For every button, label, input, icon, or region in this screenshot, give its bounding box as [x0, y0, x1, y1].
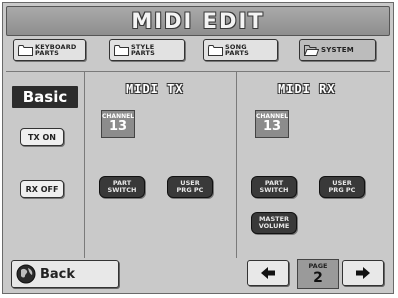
- page-title: MIDI EDIT: [131, 9, 265, 33]
- content-area: Basic TX ON RX OFF MIDI TX CHANNEL 13 PA…: [6, 71, 390, 260]
- tab-label: SONG PARTS: [225, 43, 250, 57]
- folder-icon: [208, 44, 223, 56]
- page-indicator: PAGE 2: [297, 259, 339, 289]
- tab-label: KEYBOARD PARTS: [35, 43, 77, 57]
- midi-rx-heading: MIDI RX: [278, 82, 336, 96]
- back-button[interactable]: Back: [11, 260, 119, 288]
- tab-row: KEYBOARD PARTS STYLE PARTS SONG PARTS SY…: [3, 39, 393, 69]
- tab-keyboard-parts[interactable]: KEYBOARD PARTS: [13, 39, 86, 61]
- rx-part-switch-button[interactable]: PART SWITCH: [251, 176, 297, 198]
- next-page-button[interactable]: [342, 260, 384, 286]
- tx-on-button[interactable]: TX ON: [20, 128, 64, 146]
- tab-system[interactable]: SYSTEM: [299, 39, 376, 61]
- folder-icon: [114, 44, 129, 56]
- midi-tx-heading: MIDI TX: [126, 82, 184, 96]
- divider: [236, 72, 237, 258]
- tx-channel-box[interactable]: CHANNEL 13: [101, 110, 135, 138]
- rx-off-button[interactable]: RX OFF: [20, 180, 64, 198]
- tx-user-prg-pc-button[interactable]: USER PRG PC: [167, 176, 213, 198]
- divider: [84, 72, 85, 258]
- title-bar: MIDI EDIT: [6, 6, 390, 36]
- tab-style-parts[interactable]: STYLE PARTS: [109, 39, 185, 61]
- back-label: Back: [40, 266, 76, 282]
- prev-page-button[interactable]: [247, 260, 289, 286]
- tab-label: STYLE PARTS: [131, 43, 156, 57]
- right-arrow-icon: [356, 267, 370, 279]
- tx-part-switch-button[interactable]: PART SWITCH: [99, 176, 145, 198]
- page-label: PAGE: [308, 262, 328, 270]
- rx-channel-box[interactable]: CHANNEL 13: [255, 110, 289, 138]
- folder-open-icon: [304, 44, 319, 56]
- rx-user-prg-pc-button[interactable]: USER PRG PC: [319, 176, 365, 198]
- channel-value: 13: [262, 119, 282, 134]
- rx-master-volume-button[interactable]: MASTER VOLUME: [251, 212, 297, 234]
- midi-edit-screen: MIDI EDIT KEYBOARD PARTS STYLE PARTS SON…: [2, 2, 394, 294]
- folder-icon: [18, 44, 33, 56]
- globe-icon: [16, 264, 36, 284]
- channel-value: 13: [108, 119, 128, 134]
- tab-label: SYSTEM: [321, 46, 354, 54]
- left-arrow-icon: [261, 267, 275, 279]
- basic-section-label: Basic: [12, 86, 78, 108]
- tab-song-parts[interactable]: SONG PARTS: [203, 39, 278, 61]
- page-number: 2: [313, 270, 323, 286]
